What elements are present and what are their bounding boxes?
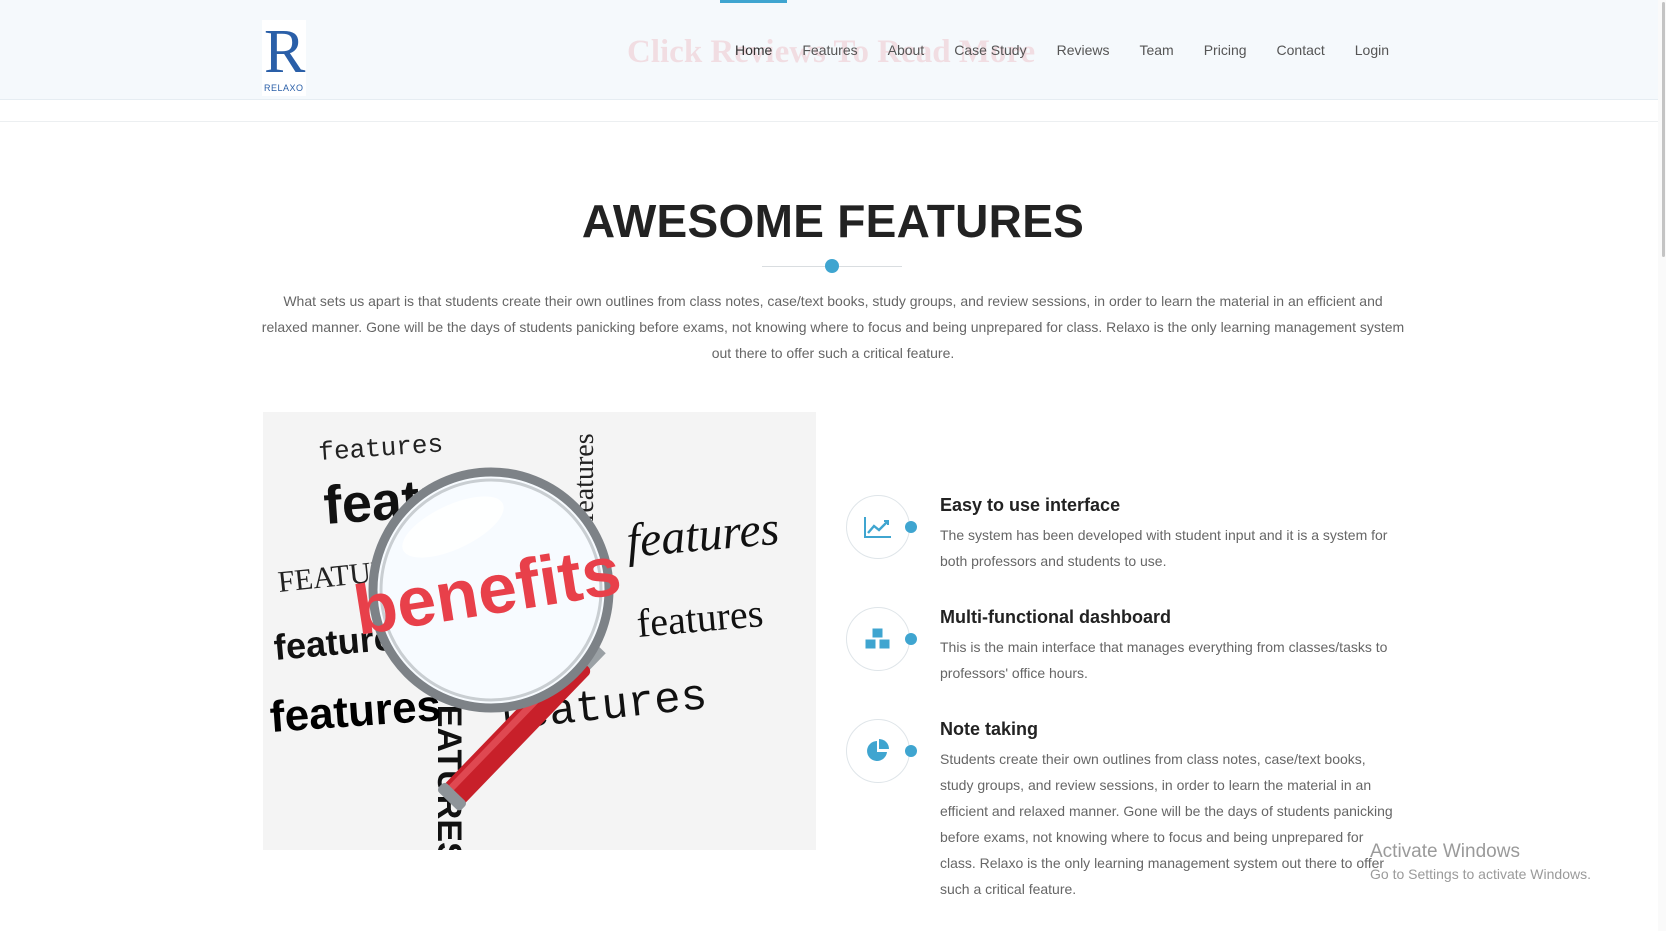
- section-title: AWESOME FEATURES: [581, 195, 1085, 247]
- feature-description: This is the main interface that manages …: [940, 639, 1388, 681]
- title-divider-dot: [825, 259, 839, 273]
- windows-activation-watermark: Activate Windows Go to Settings to activ…: [1370, 840, 1591, 884]
- watermark-subtitle: Go to Settings to activate Windows.: [1370, 866, 1591, 882]
- nav-features[interactable]: Features: [787, 0, 872, 100]
- nav-case-study[interactable]: Case Study: [939, 0, 1041, 100]
- site-header: R RELAXO Click Reviews To Read More Home…: [0, 0, 1666, 100]
- watermark-title: Activate Windows: [1370, 841, 1520, 862]
- word-features: features: [624, 502, 781, 568]
- relaxo-logo[interactable]: R RELAXO: [262, 20, 306, 96]
- feature-dot: [905, 521, 917, 533]
- magnifier-illustration: features features features FEATURES feat…: [268, 429, 781, 850]
- logo-letter: R: [264, 18, 306, 86]
- feature-description: The system has been developed with stude…: [940, 527, 1388, 569]
- features-benefits-image: features features features FEATURES feat…: [263, 412, 816, 850]
- section-intro: What sets us apart is that students crea…: [261, 293, 1405, 361]
- pie-chart-icon: [846, 719, 910, 783]
- nav-home[interactable]: Home: [720, 0, 788, 100]
- nav-reviews[interactable]: Reviews: [1042, 0, 1125, 100]
- nav-contact[interactable]: Contact: [1262, 0, 1340, 100]
- feature-dot: [905, 745, 917, 757]
- line-chart-icon: [846, 495, 910, 559]
- word-features: features: [317, 429, 444, 468]
- cubes-icon: [846, 607, 910, 671]
- nav-about[interactable]: About: [873, 0, 940, 100]
- feature-title: Easy to use interface: [940, 495, 1121, 515]
- main-nav: Home Features About Case Study Reviews T…: [720, 0, 1404, 100]
- page-scrollbar-thumb[interactable]: [1662, 2, 1665, 257]
- feature-title: Multi-functional dashboard: [940, 607, 1171, 627]
- nav-pricing[interactable]: Pricing: [1189, 0, 1262, 100]
- word-features: features: [268, 681, 442, 742]
- feature-description: Students create their own outlines from …: [940, 751, 1393, 897]
- nav-team[interactable]: Team: [1124, 0, 1188, 100]
- nav-login[interactable]: Login: [1340, 0, 1404, 100]
- feature-title: Note taking: [940, 719, 1039, 739]
- header-divider: [0, 100, 1666, 122]
- word-features: features: [635, 590, 765, 646]
- logo-wordmark: RELAXO: [264, 83, 304, 93]
- feature-dot: [905, 633, 917, 645]
